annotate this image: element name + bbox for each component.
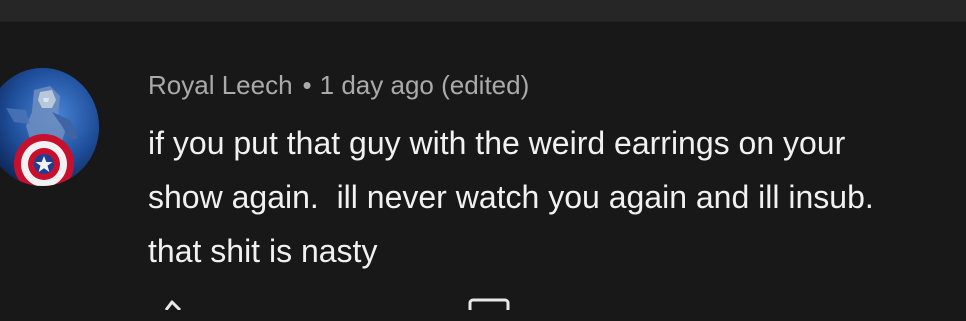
meta-separator: • xyxy=(302,70,312,100)
comment-timestamp[interactable]: 1 day ago (edited) xyxy=(320,70,530,100)
top-bar xyxy=(0,0,966,21)
comment-text: if you put that guy with the weird earri… xyxy=(148,125,874,269)
reply-button[interactable] xyxy=(468,294,510,314)
like-button[interactable] xyxy=(158,292,188,312)
author-name[interactable]: Royal Leech xyxy=(148,70,293,100)
comment: Royal Leech • 1 day ago (edited) if you pu… xyxy=(0,22,966,321)
page: Royal Leech • 1 day ago (edited) if you pu… xyxy=(0,0,966,321)
avatar[interactable] xyxy=(0,68,99,186)
avatar-image xyxy=(0,68,99,186)
thumbs-up-icon xyxy=(164,300,182,312)
reply-icon xyxy=(468,298,510,314)
comment-actions xyxy=(0,290,966,314)
comment-meta: Royal Leech • 1 day ago (edited) xyxy=(148,70,529,100)
